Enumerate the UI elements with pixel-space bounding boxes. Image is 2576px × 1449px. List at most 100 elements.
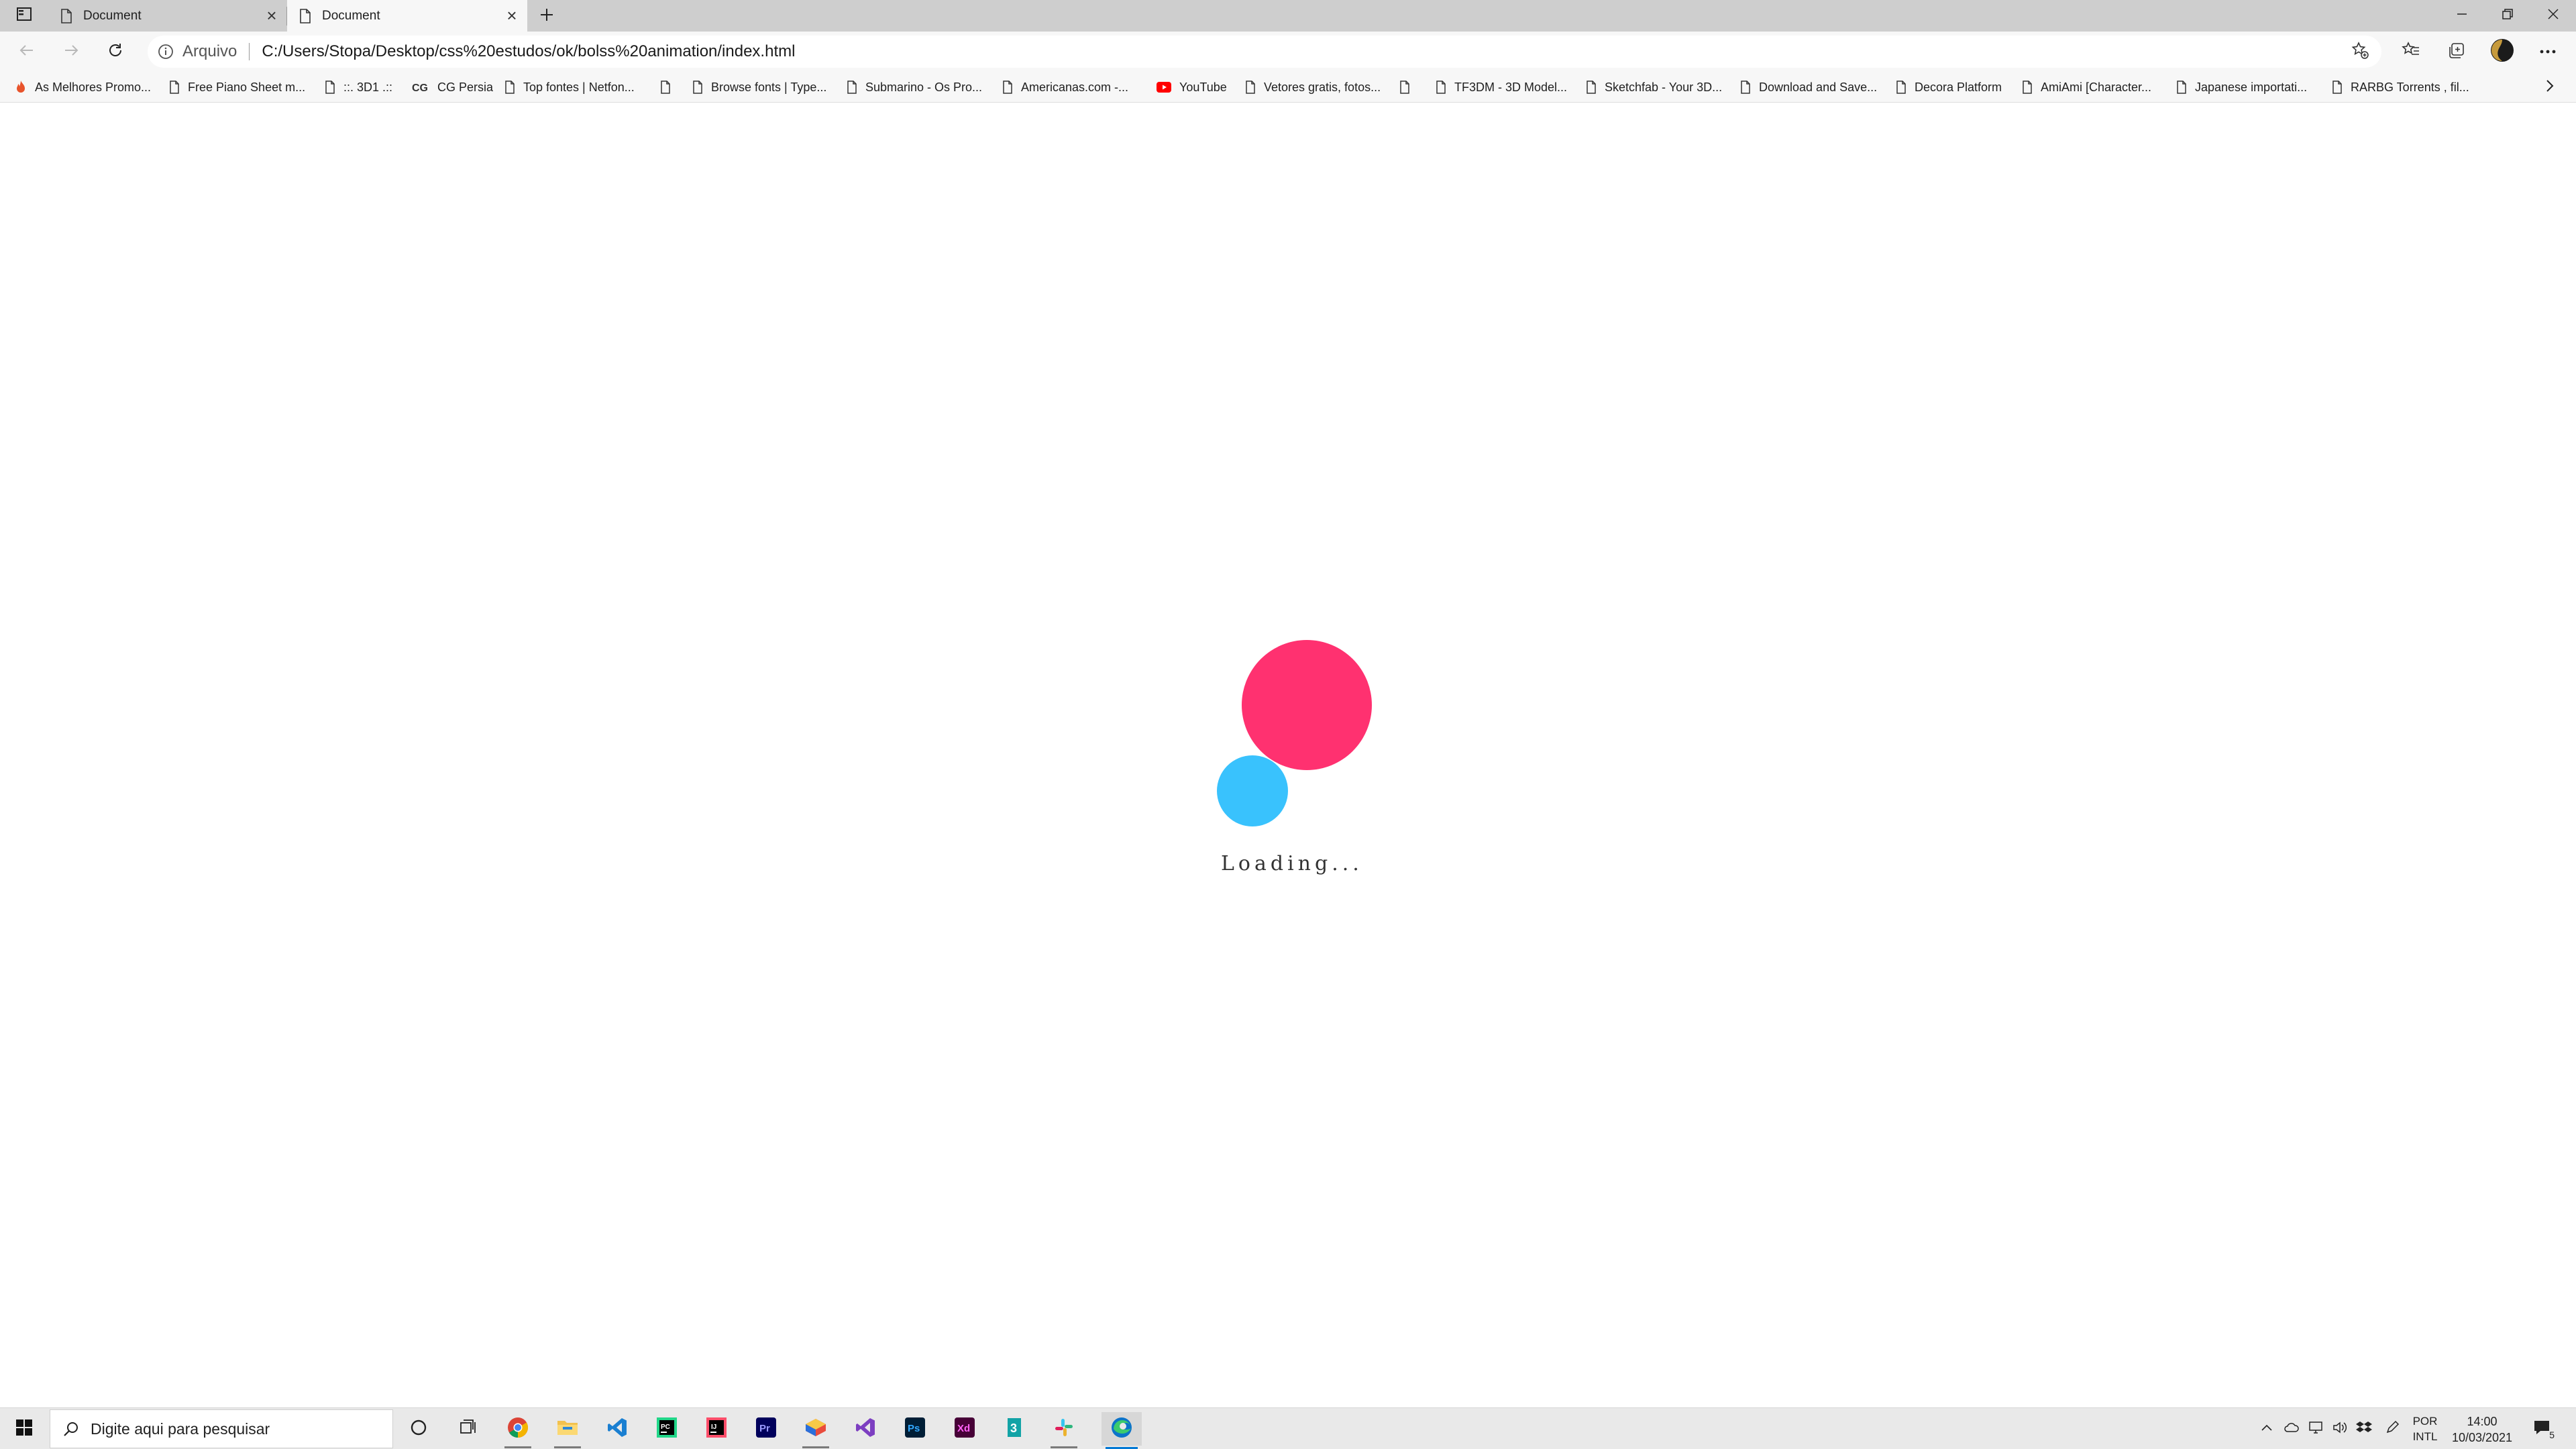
chevron-up-icon	[2261, 1423, 2273, 1435]
bookmark-item[interactable]: CG CG Persia	[412, 72, 493, 103]
bookmark-item[interactable]: Sketchfab - Your 3D...	[1586, 72, 1722, 103]
bookmark-item[interactable]: TF3DM - 3D Model...	[1436, 72, 1567, 103]
cortana-button[interactable]	[398, 1412, 439, 1446]
more-icon	[2539, 46, 2557, 58]
taskbar-app-slack[interactable]	[1044, 1412, 1084, 1448]
taskbar-app-sketchup[interactable]	[796, 1412, 836, 1448]
page-icon	[299, 8, 311, 23]
taskbar-app-pycharm[interactable]: PC	[647, 1412, 687, 1446]
bookmarks-bar: As Melhores Promo... Free Piano Sheet m.…	[0, 72, 2576, 103]
chrome-icon	[506, 1416, 529, 1442]
bookmark-item[interactable]: Japanese importati...	[2176, 72, 2307, 103]
bookmark-item[interactable]: Submarino - Os Pro...	[847, 72, 982, 103]
page-icon	[1399, 80, 1410, 94]
page-icon	[1586, 80, 1597, 94]
pink-ball	[1242, 640, 1372, 770]
minimize-icon	[2456, 8, 2468, 23]
notification-center-button[interactable]: 5	[2526, 1413, 2557, 1444]
restore-icon	[2502, 8, 2514, 23]
tab-strip: Document × Document ×	[0, 0, 2576, 32]
premiere-icon: Pr	[755, 1417, 777, 1442]
taskbar-app-intellij[interactable]: IJ	[696, 1412, 737, 1446]
bookmark-item[interactable]: Vetores gratis, fotos...	[1245, 72, 1381, 103]
reload-icon	[107, 42, 124, 62]
volume-tray[interactable]	[2329, 1408, 2351, 1449]
bookmark-item[interactable]: Download and Save...	[1740, 72, 1877, 103]
profile-button[interactable]	[2485, 37, 2520, 66]
taskbar-app-3ds-max[interactable]: 3	[994, 1412, 1034, 1446]
bookmark-label: Free Piano Sheet m...	[188, 80, 306, 94]
collections-icon	[2447, 41, 2466, 63]
taskbar-app-photoshop[interactable]: Ps	[895, 1412, 935, 1446]
clock[interactable]: 14:00 10/03/2021	[2449, 1413, 2516, 1446]
new-tab-button[interactable]	[532, 3, 561, 29]
tab-title: Document	[83, 8, 142, 23]
bookmark-label: AmiAmi [Character...	[2041, 80, 2152, 94]
task-view-button[interactable]	[448, 1412, 488, 1446]
taskbar-app-chrome[interactable]	[498, 1412, 538, 1448]
close-window-button[interactable]	[2530, 0, 2576, 32]
bookmark-item[interactable]: Free Piano Sheet m...	[169, 72, 305, 103]
address-bar[interactable]: Arquivo C:/Users/Stopa/Desktop/css%20est…	[148, 36, 2381, 68]
more-bookmarks-button[interactable]	[2540, 77, 2560, 97]
bookmark-item[interactable]: Americanas.com -...	[1002, 72, 1128, 103]
bookmark-label: Vetores gratis, fotos...	[1264, 80, 1381, 94]
bookmark-item[interactable]: Decora Platform	[1896, 72, 2002, 103]
bookmark-item[interactable]: YouTube	[1157, 72, 1227, 103]
site-info-label[interactable]: Arquivo	[182, 42, 237, 61]
page-icon	[2022, 80, 2033, 94]
taskbar-search[interactable]: Digite aqui para pesquisar	[50, 1409, 393, 1448]
back-button[interactable]	[12, 37, 42, 66]
forward-button[interactable]	[56, 37, 86, 66]
page-content: Loading...	[0, 103, 2576, 1407]
add-favorite-button[interactable]	[2347, 38, 2373, 65]
keyboard-layout: INTL	[2412, 1430, 2438, 1443]
arrow-left-icon	[18, 42, 36, 62]
page-icon	[1002, 80, 1013, 94]
reload-button[interactable]	[101, 37, 130, 66]
page-icon	[1896, 80, 1907, 94]
bookmark-item[interactable]: As Melhores Promo...	[15, 72, 151, 103]
url-text[interactable]: C:/Users/Stopa/Desktop/css%20estudos/ok/…	[262, 42, 795, 61]
bookmark-item[interactable]: Top fontes | Netfon...	[504, 72, 635, 103]
language-indicator[interactable]: POR INTL	[2410, 1413, 2440, 1444]
onedrive-tray[interactable]	[2281, 1408, 2302, 1449]
taskbar-app-visual-studio[interactable]	[845, 1412, 885, 1446]
settings-menu-button[interactable]	[2530, 37, 2565, 66]
close-icon[interactable]: ×	[502, 5, 522, 26]
bookmark-item[interactable]	[1399, 72, 1418, 103]
bookmark-item[interactable]: Browse fonts | Type...	[692, 72, 826, 103]
bookmark-label: Top fontes | Netfon...	[523, 80, 635, 94]
collections-button[interactable]	[2439, 37, 2474, 66]
taskbar-app-file-explorer[interactable]	[547, 1412, 588, 1448]
bookmark-item[interactable]: RARBG Torrents , fil...	[2332, 72, 2469, 103]
tab-actions-button[interactable]	[0, 0, 48, 32]
taskbar-app-premiere[interactable]: Pr	[746, 1412, 786, 1446]
minimize-button[interactable]	[2439, 0, 2485, 32]
info-icon[interactable]	[157, 43, 174, 60]
network-tray[interactable]	[2305, 1408, 2326, 1449]
bookmark-label: TF3DM - 3D Model...	[1454, 80, 1568, 94]
svg-text:Xd: Xd	[957, 1423, 970, 1434]
tab-document-1[interactable]: Document ×	[48, 0, 287, 32]
restore-button[interactable]	[2485, 0, 2530, 32]
close-icon[interactable]: ×	[262, 5, 282, 26]
bookmark-item[interactable]: AmiAmi [Character...	[2022, 72, 2151, 103]
page-icon	[2332, 80, 2343, 94]
bookmark-item[interactable]	[660, 72, 679, 103]
taskbar-app-edge[interactable]	[1102, 1412, 1142, 1449]
dropbox-tray[interactable]	[2353, 1408, 2375, 1449]
pen-tray[interactable]	[2381, 1408, 2403, 1449]
youtube-icon	[1157, 82, 1171, 93]
show-hidden-icons-button[interactable]	[2257, 1408, 2277, 1449]
taskbar-app-adobe-xd[interactable]: Xd	[945, 1412, 985, 1446]
favorites-button[interactable]	[2394, 37, 2428, 66]
browser-toolbar: Arquivo C:/Users/Stopa/Desktop/css%20est…	[0, 32, 2576, 72]
start-button[interactable]	[0, 1408, 48, 1449]
page-icon	[692, 80, 703, 94]
page-icon	[504, 80, 515, 94]
svg-text:3: 3	[1010, 1421, 1017, 1435]
tab-document-2[interactable]: Document ×	[287, 0, 527, 32]
taskbar-app-vscode[interactable]	[597, 1412, 637, 1446]
bookmark-item[interactable]: ::. 3D1 .::	[325, 72, 392, 103]
